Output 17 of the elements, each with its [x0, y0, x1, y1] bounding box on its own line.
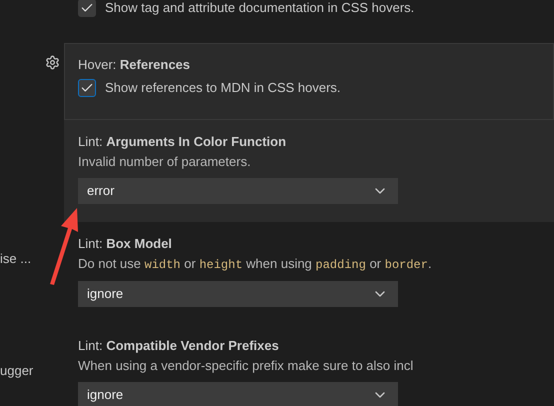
dropdown[interactable]: ignore [78, 281, 398, 307]
setting-title: Lint: Box Model [78, 235, 173, 253]
setting-description: Do not use width or height when using padding or border. [78, 255, 433, 274]
setting-description: Invalid number of parameters. [78, 153, 252, 171]
checkbox[interactable] [78, 78, 96, 97]
setting-title: Lint: Arguments In Color Function [78, 133, 288, 151]
settings-icon[interactable] [45, 55, 60, 70]
setting-title: Hover: References [78, 56, 192, 74]
setting-description: When using a vendor-specific prefix make sure to also incl [78, 357, 414, 375]
sidebar-item[interactable]: ise ... [0, 249, 32, 268]
checkbox-label: Show tag and attribute documentation in CSS hovers. [105, 0, 414, 17]
setting-title: Lint: Compatible Vendor Prefixes [78, 337, 280, 355]
checkbox[interactable] [78, 0, 96, 17]
dropdown[interactable]: error [78, 178, 398, 204]
sidebar-item[interactable]: ugger [0, 360, 34, 380]
dropdown[interactable]: ignore [78, 382, 398, 406]
checkbox-label: Show references to MDN in CSS hovers. [105, 79, 341, 97]
